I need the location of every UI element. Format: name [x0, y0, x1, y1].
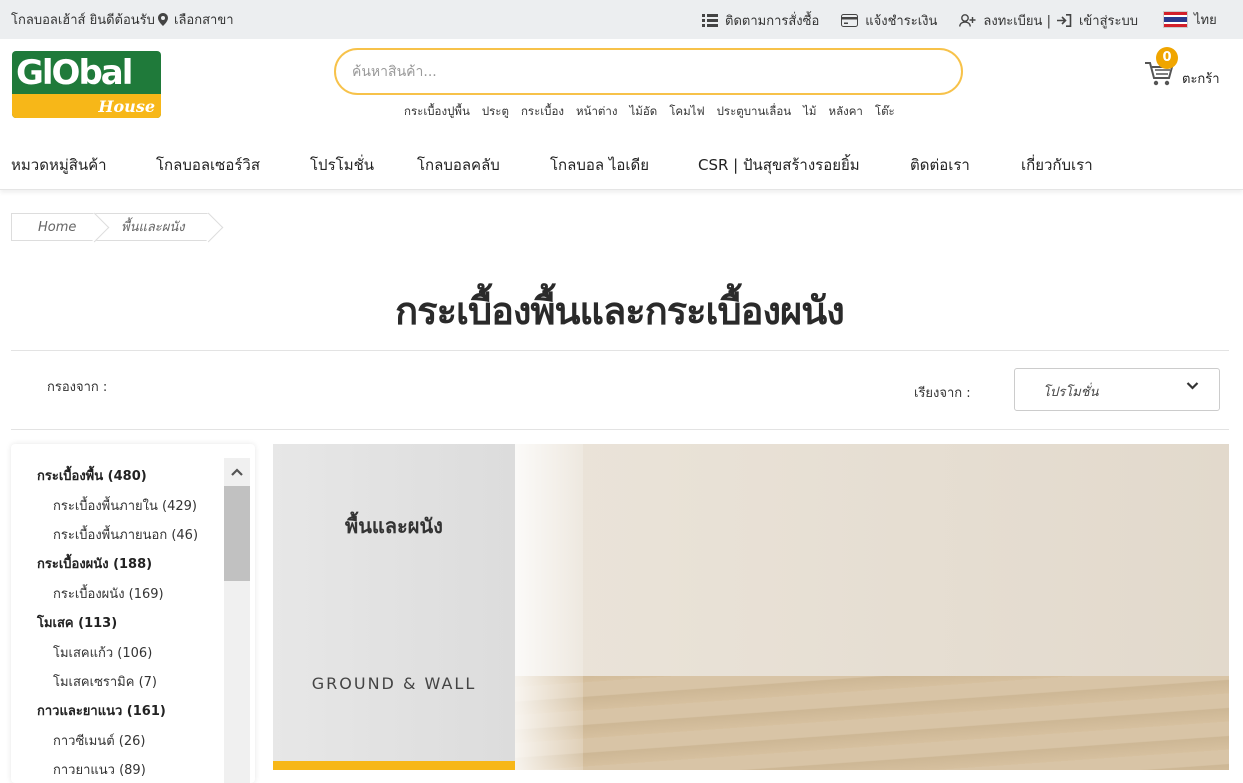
chevron-down-icon: [1186, 382, 1199, 390]
nav-item-categories[interactable]: หมวดหมู่สินค้า: [11, 153, 107, 177]
breadcrumb-current-label: พื้นและผนัง: [121, 220, 185, 235]
register-link[interactable]: ลงทะเบียน |: [959, 10, 1051, 31]
nav-item-idea[interactable]: โกลบอล ไอเดีย: [550, 153, 649, 177]
banner-panel: พื้นและผนัง GROUND & WALL: [273, 444, 515, 770]
quick-link[interactable]: โคมไฟ: [669, 103, 704, 121]
sort-select[interactable]: โปรโมชั่น: [1014, 368, 1220, 411]
quick-link[interactable]: หลังคา: [828, 103, 862, 121]
cart-label: ตะกร้า: [1182, 72, 1220, 87]
quick-link[interactable]: หน้าต่าง: [576, 103, 617, 121]
category-item[interactable]: กระเบื้องผนัง (169): [53, 583, 164, 604]
category-item[interactable]: กระเบื้องพื้นภายใน (429): [53, 495, 197, 516]
category-item[interactable]: โมเสคเซรามิค (7): [53, 671, 157, 692]
quick-link[interactable]: กระเบื้องปูพื้น: [404, 103, 470, 121]
category-item[interactable]: โมเสคแก้ว (106): [53, 642, 152, 663]
category-item[interactable]: โมเสค (113): [37, 612, 117, 633]
site-logo[interactable]: GlObal House: [12, 51, 161, 118]
nav-item-service[interactable]: โกลบอลเซอร์วิส: [156, 153, 260, 177]
breadcrumb-current: พื้นและผนัง: [95, 213, 209, 241]
branch-label: เลือกสาขา: [174, 13, 234, 28]
logo-wordmark: GlObal: [16, 53, 133, 93]
scroll-up-button[interactable]: [224, 458, 250, 485]
top-bar: โกลบอลเฮ้าส์ ยินดีต้อนรับ เลือกสาขา ติดต…: [0, 0, 1243, 39]
category-item[interactable]: กาวซีเมนต์ (26): [53, 730, 145, 751]
thai-flag-icon: [1163, 11, 1188, 28]
list-icon: [702, 14, 718, 27]
track-order-link[interactable]: ติดตามการสั่งซื้อ: [702, 10, 819, 31]
category-item[interactable]: กาวและยาแนว (161): [37, 700, 166, 721]
greeting-text: โกลบอลเฮ้าส์ ยินดีต้อนรับ: [11, 13, 155, 28]
sign-in-icon: [1056, 14, 1072, 27]
quick-link[interactable]: ไม้อัด: [629, 103, 657, 121]
breadcrumb-home[interactable]: Home: [11, 213, 95, 241]
language-selector[interactable]: ไทย: [1163, 9, 1217, 30]
nav-item-csr[interactable]: CSR | ปันสุขสร้างรอยยิ้ม: [698, 153, 860, 177]
quick-link[interactable]: กระเบื้อง: [521, 103, 564, 121]
quick-link[interactable]: โต๊ะ: [875, 103, 895, 121]
quick-link[interactable]: ประตูบานเลื่อน: [717, 103, 792, 121]
quick-links: กระเบื้องปูพื้น ประตู กระเบื้อง หน้าต่าง…: [404, 103, 895, 121]
sidebar-scrollbar[interactable]: [224, 458, 250, 783]
nav-item-promotion[interactable]: โปรโมชั่น: [310, 153, 374, 177]
nav-item-club[interactable]: โกลบอลคลับ: [417, 153, 500, 177]
nav-item-contact[interactable]: ติดต่อเรา: [910, 153, 970, 177]
location-pin-icon: [158, 13, 168, 26]
login-label: เข้าสู่ระบบ: [1078, 14, 1138, 29]
search-input[interactable]: [336, 50, 961, 93]
search-bar: [334, 48, 963, 95]
register-label: ลงทะเบียน |: [983, 14, 1051, 29]
credit-card-icon: [841, 14, 859, 27]
branch-selector[interactable]: เลือกสาขา: [158, 9, 234, 30]
category-item[interactable]: กระเบื้องผนัง (188): [37, 553, 152, 574]
category-item[interactable]: กระเบื้องพื้น (480): [37, 465, 147, 486]
track-order-label: ติดตามการสั่งซื้อ: [725, 14, 820, 29]
quick-link[interactable]: ประตู: [482, 103, 509, 121]
payment-notice-label: แจ้งชำระเงิน: [865, 14, 938, 29]
filter-label: กรองจาก :: [47, 380, 108, 395]
category-banner: พื้นและผนัง GROUND & WALL: [273, 444, 1229, 770]
category-item[interactable]: กาวยาแนว (89): [53, 759, 146, 780]
nav-item-about[interactable]: เกี่ยวกับเรา: [1021, 153, 1093, 177]
divider: [11, 350, 1229, 351]
banner-title-th: พื้นและผนัง: [345, 514, 443, 538]
cart-count-badge: 0: [1156, 47, 1178, 69]
category-item[interactable]: กระเบื้องพื้นภายนอก (46): [53, 524, 198, 545]
chevron-up-icon: [231, 467, 243, 476]
payment-notice-link[interactable]: แจ้งชำระเงิน: [841, 10, 937, 31]
page-title: กระเบื้องพื้นและกระเบื้องผนัง: [395, 289, 845, 333]
login-link[interactable]: เข้าสู่ระบบ: [1056, 10, 1138, 31]
banner-stripe: [273, 761, 515, 770]
quick-link[interactable]: ไม้: [803, 103, 816, 121]
scroll-thumb[interactable]: [224, 486, 250, 581]
breadcrumb-home-label: Home: [38, 220, 77, 235]
cart-button[interactable]: 0 ตะกร้า: [1144, 47, 1224, 96]
user-plus-icon: [959, 14, 976, 27]
logo-subtext: House: [98, 97, 155, 116]
sort-label: เรียงจาก :: [914, 386, 971, 401]
sort-selected-value: โปรโมชั่น: [1043, 385, 1099, 400]
banner-title-en: GROUND & WALL: [311, 674, 477, 693]
category-sidebar: กระเบื้องพื้น (480) กระเบื้องพื้นภายใน (…: [11, 444, 255, 783]
divider: [11, 429, 1229, 430]
banner-curtain: [513, 444, 583, 770]
main-nav: หมวดหมู่สินค้า โกลบอลเซอร์วิส โปรโมชั่น …: [0, 140, 1243, 190]
breadcrumb: Home พื้นและผนัง: [11, 213, 209, 241]
language-label: ไทย: [1194, 13, 1217, 28]
